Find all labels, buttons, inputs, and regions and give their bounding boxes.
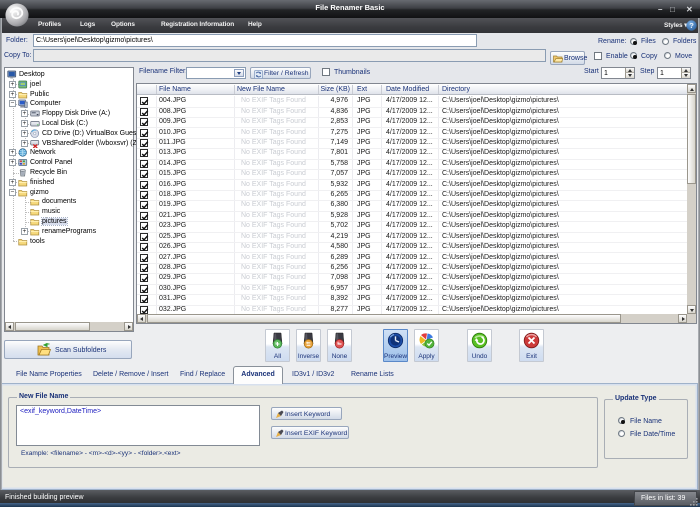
svg-text:?: ? [689,21,694,30]
